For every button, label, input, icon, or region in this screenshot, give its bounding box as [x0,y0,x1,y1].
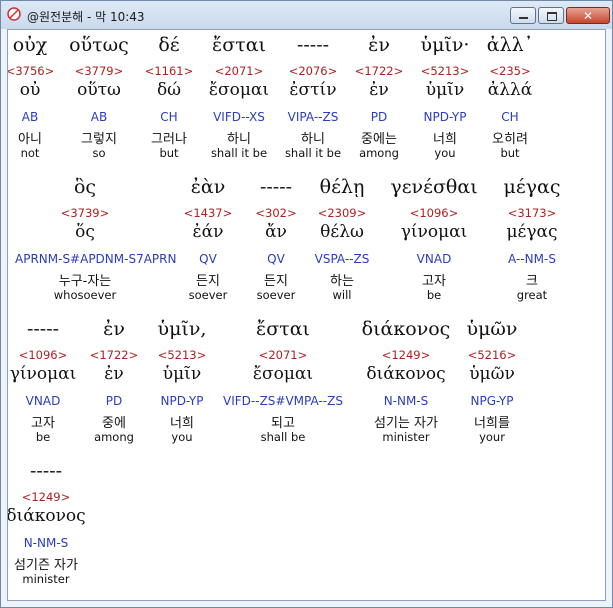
english-gloss: but [500,146,520,160]
maximize-icon [547,12,557,21]
strong-number: <3173> [507,206,557,220]
korean-gloss: 오히려 [492,132,528,147]
english-gloss: great [516,288,548,302]
korean-gloss: 섬기즌 자가 [14,558,78,573]
strong-number: <235> [489,64,531,78]
morphology-code: CH [501,110,519,124]
lemma: ὅς [75,222,95,242]
lemma: διάκονος [7,506,86,526]
window-title: @원전분해 - 막 10:43 [27,10,145,24]
greek-word: ἔσται [256,318,310,340]
greek-word: ----- [29,460,63,482]
korean-gloss: 크 [526,274,538,289]
morphology-code: NPG-YP [470,394,514,408]
lemma: μέγας [506,222,558,242]
english-gloss: shall be [260,430,306,444]
english-gloss: whosoever [53,288,117,302]
morphology-code: N-NM-S [23,536,69,550]
app-logo-icon [7,7,21,21]
strong-number: <3739> [60,206,110,220]
greek-word: μέγας [503,176,561,198]
close-button[interactable]: ✕ [566,7,610,24]
app-window: @원전분해 - 막 10:43 ✕ οὐχ <3756> οὐ AB 아니 not οὕτω… [0,0,613,608]
morphology-code: APRNM-S#APDNM-S7APRN [15,252,177,266]
strong-number: <2071> [258,348,308,362]
morphology-code: VIFD--ZS#VMPA--ZS [223,394,343,408]
close-icon: ✕ [583,9,594,23]
greek-word: ἀλλ᾽ [486,34,534,56]
english-gloss: minister [22,572,70,586]
maximize-button[interactable] [538,7,564,24]
korean-gloss: 되고 [271,416,295,431]
parse-content-area[interactable]: οὐχ <3756> οὐ AB 아니 not οὕτως <3779> οὕτω AB 그렇지 so… [7,29,606,601]
korean-gloss: 누구-자는 [58,274,112,289]
morphology-code: A--NM-S [508,252,556,266]
english-gloss: your [479,430,505,444]
greek-word: ὃς [73,176,97,198]
minimize-button[interactable] [510,7,536,24]
title-bar[interactable]: @원전분해 - 막 10:43 ✕ [1,1,612,29]
strong-number: <1249> [21,490,71,504]
lemma: ἔσομαι [252,364,314,384]
korean-gloss: 너희를 [474,416,510,431]
greek-word: ὑμῶν [466,318,518,340]
strong-number: <5216> [467,348,517,362]
lemma: ἀλλά [487,80,533,100]
lemma: ὑμῶν [469,364,515,384]
minimize-icon [519,17,528,19]
